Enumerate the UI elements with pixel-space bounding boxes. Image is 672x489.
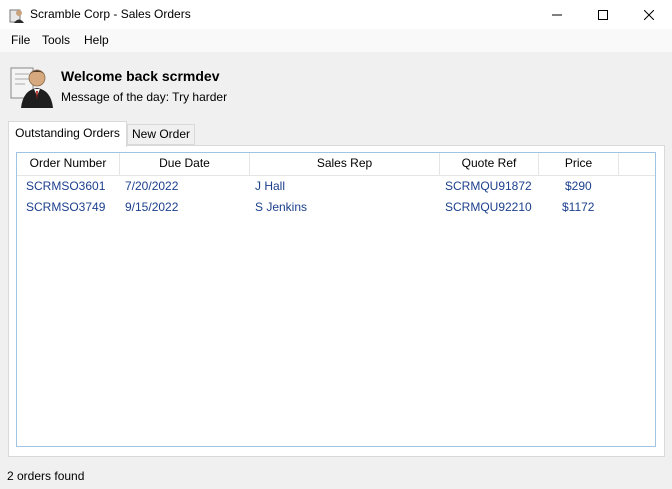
- sales-rep-cell: S Jenkins: [255, 200, 308, 214]
- tab-new-order[interactable]: New Order: [127, 124, 195, 145]
- menu-file[interactable]: File: [11, 33, 30, 47]
- list-header: Order Number Due Date Sales Rep Quote Re…: [17, 153, 655, 176]
- orders-list[interactable]: Order Number Due Date Sales Rep Quote Re…: [16, 152, 656, 447]
- due-date-cell: 9/15/2022: [125, 200, 179, 214]
- minimize-button[interactable]: [534, 0, 580, 29]
- menu-tools[interactable]: Tools: [42, 33, 70, 47]
- table-row[interactable]: SCRMSO3749 9/15/2022 S Jenkins SCRMQU922…: [17, 197, 655, 218]
- window-title: Scramble Corp - Sales Orders: [30, 7, 191, 21]
- column-order-number[interactable]: Order Number: [17, 153, 120, 175]
- order-number-cell: SCRMSO3749: [26, 200, 106, 214]
- sales-rep-cell: J Hall: [255, 179, 286, 193]
- title-bar: Scramble Corp - Sales Orders: [0, 0, 672, 29]
- quote-ref-cell: SCRMQU91872: [445, 179, 532, 193]
- column-quote-ref[interactable]: Quote Ref: [440, 153, 539, 175]
- order-number-cell: SCRMSO3601: [26, 179, 106, 193]
- minimize-icon: [552, 14, 562, 15]
- column-sales-rep[interactable]: Sales Rep: [250, 153, 440, 175]
- maximize-icon: [598, 9, 608, 20]
- message-of-the-day: Message of the day: Try harder: [61, 90, 228, 104]
- status-text: 2 orders found: [7, 469, 85, 483]
- menu-help[interactable]: Help: [84, 33, 109, 47]
- tab-outstanding-orders[interactable]: Outstanding Orders: [8, 121, 127, 147]
- column-due-date[interactable]: Due Date: [120, 153, 250, 175]
- menu-bar: File Tools Help: [0, 29, 672, 52]
- close-button[interactable]: [626, 0, 672, 29]
- price-cell: $290: [565, 179, 592, 193]
- maximize-button[interactable]: [580, 0, 626, 29]
- table-row[interactable]: SCRMSO3601 7/20/2022 J Hall SCRMQU91872 …: [17, 176, 655, 197]
- due-date-cell: 7/20/2022: [125, 179, 179, 193]
- app-icon: [9, 9, 24, 23]
- quote-ref-cell: SCRMQU92210: [445, 200, 532, 214]
- column-price[interactable]: Price: [539, 153, 619, 175]
- price-cell: $1172: [562, 200, 595, 214]
- welcome-heading: Welcome back scrmdev: [61, 68, 220, 84]
- user-profile-icon: [10, 67, 53, 108]
- close-icon: [644, 9, 654, 20]
